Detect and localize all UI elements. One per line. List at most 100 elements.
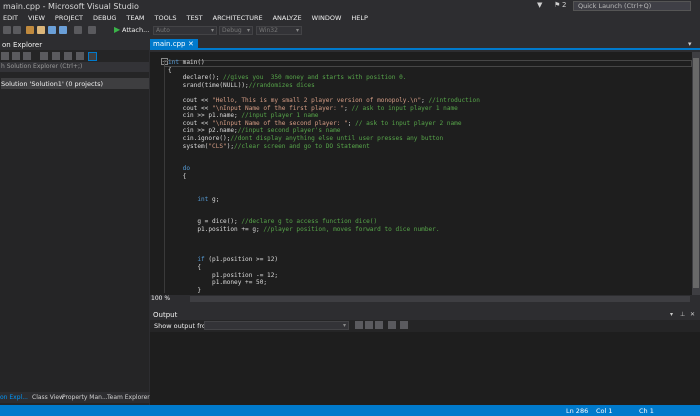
quick-launch-input[interactable]: Quick Launch (Ctrl+Q) [573, 1, 691, 11]
build-config-combo[interactable]: Debug [219, 26, 253, 35]
menu-tools[interactable]: TOOLS [155, 14, 177, 22]
properties-icon[interactable] [76, 52, 84, 60]
code-token: cout << [168, 119, 213, 127]
solution-root-label: Solution 'Solution1' (0 projects) [1, 80, 104, 88]
undo-icon[interactable] [74, 26, 82, 34]
new-project-icon[interactable] [26, 26, 34, 34]
prev-message-icon[interactable] [365, 321, 373, 329]
code-token: //clear screen and go to DO Statement [234, 142, 370, 150]
code-line: srand(time(NULL));//randomizes dices [168, 82, 480, 90]
back-icon[interactable] [3, 26, 11, 34]
tab-main-cpp-label: main.cpp [153, 40, 186, 48]
next-message-icon[interactable] [375, 321, 383, 329]
code-token: //dont display anything else until user … [230, 134, 444, 142]
pin-icon[interactable]: ⊥ [680, 311, 685, 318]
outlining-margin [164, 60, 165, 293]
menu-analyze[interactable]: ANALYZE [273, 14, 302, 22]
vertical-scrollbar-thumb[interactable] [693, 58, 699, 288]
notification-count: 2 [562, 1, 567, 9]
back-icon[interactable] [1, 52, 9, 60]
code-token: int [168, 59, 180, 66]
solution-config-combo-auto[interactable]: Auto [153, 26, 217, 35]
output-pane: Output ▾ ⊥ ✕ Show output from: [150, 310, 700, 405]
notification-flag-icon[interactable]: ⚑ [554, 1, 560, 9]
solution-search-input[interactable]: h Solution Explorer (Ctrl+;) [0, 62, 149, 72]
code-token: declare(); [168, 74, 224, 82]
menu-help[interactable]: HELP [351, 14, 368, 22]
preview-icon[interactable] [88, 52, 97, 61]
status-line: Ln 286 [566, 407, 589, 415]
toolbar: ▶ Attach... Auto Debug Win32 [0, 24, 700, 37]
output-text-area[interactable] [150, 332, 700, 405]
collapse-all-icon[interactable] [64, 52, 72, 60]
menu-window[interactable]: WINDOW [312, 14, 342, 22]
refresh-icon[interactable] [52, 52, 60, 60]
zoom-level[interactable]: 100 % [151, 295, 170, 302]
menu-team[interactable]: TEAM [126, 14, 144, 22]
solution-root-node[interactable]: Solution 'Solution1' (0 projects) [1, 78, 149, 89]
home-icon[interactable] [23, 52, 31, 60]
code-line: declare(); //gives you 350 money and sta… [168, 74, 480, 82]
output-header: Output ▾ ⊥ ✕ [150, 310, 700, 320]
code-line: cin >> p1.name; //input player 1 name [168, 112, 480, 120]
dropdown-icon[interactable]: ▾ [670, 311, 673, 318]
code-token: //input second player's name [237, 127, 341, 135]
title-bar: main.cpp - Microsoft Visual Studio ▼ ⚑ 2… [0, 0, 700, 12]
output-source-select[interactable] [204, 321, 349, 330]
close-tab-icon[interactable]: ✕ [188, 40, 194, 48]
vertical-scrollbar[interactable] [692, 52, 700, 295]
code-token: cout << [168, 104, 213, 112]
save-icon[interactable] [48, 26, 56, 34]
menu-debug[interactable]: DEBUG [93, 14, 116, 22]
menu-edit[interactable]: EDIT [3, 14, 18, 22]
filter-icon[interactable]: ▼ [537, 1, 542, 9]
open-file-icon[interactable] [37, 26, 45, 34]
code-token: //introduction [428, 96, 480, 104]
tab-property-manager[interactable]: Property Man... [62, 393, 108, 402]
menu-architecture[interactable]: ARCHITECTURE [213, 14, 263, 22]
output-title: Output [153, 311, 178, 319]
clear-all-icon[interactable] [388, 321, 396, 329]
forward-icon[interactable] [13, 26, 21, 34]
tab-main-cpp[interactable]: main.cpp ✕ [150, 39, 198, 50]
find-message-icon[interactable] [355, 321, 363, 329]
save-all-icon[interactable] [59, 26, 67, 34]
code-token: cout << [168, 96, 213, 104]
code-lines: int main() { declare(); //gives you 350 m… [168, 59, 480, 295]
attach-button[interactable]: Attach... [122, 26, 149, 34]
code-token: //gives you 350 money and starts with po… [223, 74, 407, 82]
code-line: { [168, 173, 480, 181]
code-token: ); [226, 142, 235, 150]
platform-combo[interactable]: Win32 [256, 26, 302, 35]
start-debug-icon[interactable]: ▶ [114, 25, 120, 34]
menu-view[interactable]: VIEW [28, 14, 45, 22]
menu-test[interactable]: TEST [186, 14, 202, 22]
code-line: int main() [168, 59, 480, 67]
tab-class-view[interactable]: Class View [32, 393, 64, 402]
close-icon[interactable]: ✕ [690, 311, 695, 318]
tab-team-explorer[interactable]: Team Explorer [107, 393, 150, 402]
code-token: //declare g to access function dice() [241, 218, 378, 226]
quick-launch-placeholder: Quick Launch (Ctrl+Q) [578, 2, 652, 10]
code-line: p1.money += 50; [168, 279, 480, 287]
word-wrap-icon[interactable] [400, 321, 408, 329]
horizontal-scrollbar[interactable] [190, 296, 690, 302]
menu-bar: EDIT VIEW PROJECT DEBUG TEAM TOOLS TEST … [0, 12, 700, 24]
code-token: p1.position += g; [168, 226, 264, 234]
redo-icon[interactable] [88, 26, 96, 34]
sync-icon[interactable] [40, 52, 48, 60]
code-editor[interactable]: − int main(){ declare(); //gives you 350… [150, 52, 692, 295]
code-token: { [168, 264, 202, 272]
tab-dropdown-icon[interactable]: ▾ [688, 40, 692, 48]
code-token: srand(time(NULL)); [168, 81, 249, 89]
forward-icon[interactable] [12, 52, 20, 60]
tab-solution-explorer[interactable]: on Expl... [0, 393, 28, 402]
code-line: int g; [168, 196, 480, 204]
menu-project[interactable]: PROJECT [55, 14, 83, 22]
